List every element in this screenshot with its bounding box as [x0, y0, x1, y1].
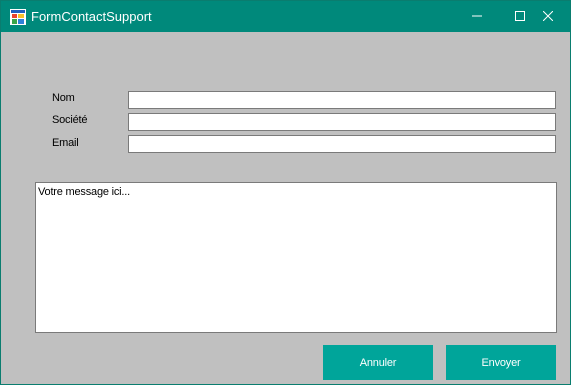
- email-input[interactable]: [128, 135, 556, 153]
- form-client-area: Nom Société Email Votre message ici... A…: [1, 32, 570, 384]
- name-input[interactable]: [128, 91, 556, 109]
- company-label: Société: [52, 114, 88, 126]
- minimize-icon: [472, 8, 482, 26]
- window-title: FormContactSupport: [31, 9, 152, 24]
- message-textarea[interactable]: Votre message ici...: [35, 182, 557, 333]
- company-input[interactable]: [128, 113, 556, 131]
- name-label: Nom: [52, 92, 75, 104]
- close-icon: [542, 8, 554, 26]
- title-bar[interactable]: FormContactSupport: [1, 1, 570, 32]
- send-button[interactable]: Envoyer: [446, 345, 556, 380]
- close-button[interactable]: [526, 1, 570, 32]
- form-app-icon: [10, 9, 26, 25]
- email-label: Email: [52, 137, 79, 149]
- cancel-button[interactable]: Annuler: [323, 345, 433, 380]
- contact-support-window: FormContactSupport Nom Société Email Vot…: [0, 0, 571, 385]
- minimize-button[interactable]: [455, 1, 499, 32]
- maximize-icon: [515, 8, 525, 26]
